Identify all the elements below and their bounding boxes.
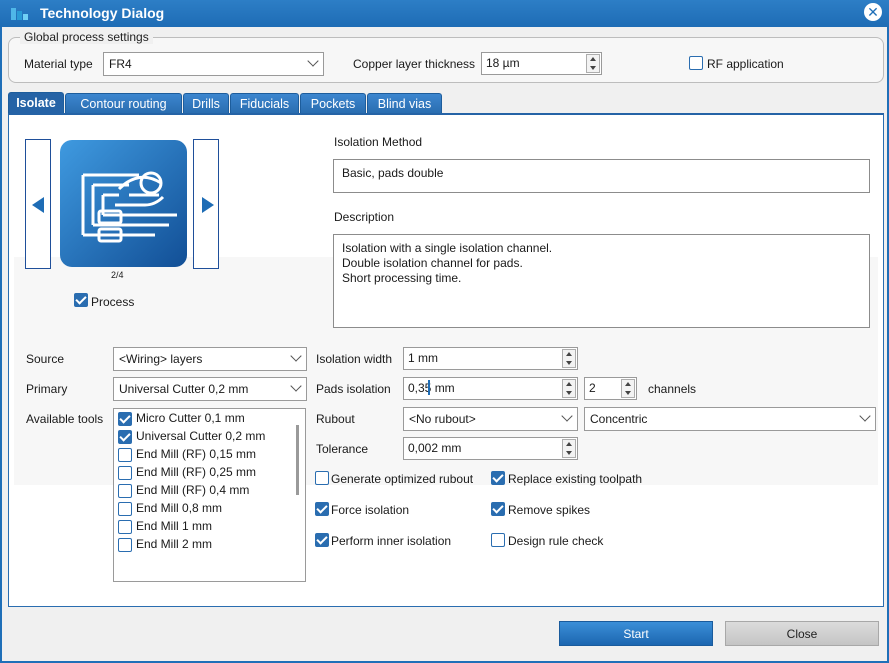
rubout-mode-select[interactable]: Concentric (584, 407, 876, 431)
tool-checkbox[interactable] (118, 412, 132, 426)
arrow-left-icon (32, 197, 44, 213)
rubout-mode-value: Concentric (590, 412, 648, 426)
global-settings-legend: Global process settings (20, 30, 153, 44)
description-line: Isolation with a single isolation channe… (342, 241, 553, 255)
force-isolation-label: Force isolation (331, 503, 410, 517)
tab-pockets[interactable]: Pockets (300, 93, 366, 113)
description-label: Description (334, 210, 395, 224)
tool-checkbox[interactable] (118, 484, 132, 498)
title-bar[interactable]: Technology Dialog ✕ (0, 0, 889, 27)
copper-thickness-value: 18 µm (486, 56, 520, 70)
tool-checkbox[interactable] (118, 502, 132, 516)
tolerance-spinner[interactable]: 0,002 mm (403, 437, 578, 460)
chevron-down-icon (290, 380, 302, 392)
generate-optimized-rubout-checkbox[interactable] (315, 471, 329, 485)
copper-thickness-label: Copper layer thickness (353, 57, 476, 71)
tolerance-label: Tolerance (316, 442, 369, 456)
spinner-buttons[interactable] (562, 379, 576, 398)
pads-isolation-label: Pads isolation (316, 382, 391, 396)
tools-scrollbar[interactable] (296, 425, 299, 495)
spinner-buttons[interactable] (586, 54, 600, 73)
next-method-button[interactable] (193, 139, 219, 269)
description-line: Double isolation channel for pads. (342, 256, 523, 270)
perform-inner-isolation-label: Perform inner isolation (331, 534, 452, 548)
primary-tool-select[interactable]: Universal Cutter 0,2 mm (113, 377, 307, 401)
isolation-method-field: Basic, pads double (333, 159, 870, 193)
source-value: <Wiring> layers (119, 352, 203, 366)
tab-drills[interactable]: Drills (183, 93, 229, 113)
chevron-down-icon (290, 350, 302, 362)
isolation-method-value: Basic, pads double (342, 166, 444, 180)
available-tools-list[interactable]: Micro Cutter 0,1 mm Universal Cutter 0,2… (113, 408, 306, 582)
previous-method-button[interactable] (25, 139, 51, 269)
tolerance-value: 0,002 mm (408, 441, 462, 455)
copper-thickness-spinner[interactable]: 18 µm (481, 52, 602, 75)
isolation-width-label: Isolation width (316, 352, 393, 366)
isolation-width-value: 1 mm (408, 351, 438, 365)
technology-dialog: Technology Dialog ✕ Global process setti… (0, 0, 889, 663)
tab-blind-vias[interactable]: Blind vias (367, 93, 442, 113)
tool-checkbox[interactable] (118, 430, 132, 444)
replace-existing-toolpath-checkbox[interactable] (491, 471, 505, 485)
primary-tool-value: Universal Cutter 0,2 mm (119, 382, 249, 396)
app-icon (11, 8, 28, 20)
chevron-down-icon (307, 55, 319, 67)
generate-optimized-rubout-label: Generate optimized rubout (331, 472, 474, 486)
arrow-right-icon (202, 197, 214, 213)
process-checkbox[interactable] (74, 293, 88, 307)
tool-checkbox[interactable] (118, 520, 132, 534)
primary-label: Primary (26, 382, 68, 396)
tool-checkbox[interactable] (118, 538, 132, 552)
available-tools-label: Available tools (26, 412, 104, 426)
channels-value: 2 (589, 381, 596, 395)
replace-existing-toolpath-label: Replace existing toolpath (508, 472, 643, 486)
tab-fiducials[interactable]: Fiducials (230, 93, 299, 113)
rubout-select[interactable]: <No rubout> (403, 407, 578, 431)
chevron-down-icon (561, 410, 573, 422)
text-cursor (428, 380, 430, 395)
source-select[interactable]: <Wiring> layers (113, 347, 307, 371)
perform-inner-isolation-checkbox[interactable] (315, 533, 329, 547)
rf-application-label: RF application (707, 57, 784, 71)
process-label: Process (91, 295, 135, 309)
dialog-body: Global process settings Material type FR… (2, 27, 887, 661)
isolation-width-spinner[interactable]: 1 mm (403, 347, 578, 370)
force-isolation-checkbox[interactable] (315, 502, 329, 516)
rubout-label: Rubout (316, 412, 355, 426)
description-field: Isolation with a single isolation channe… (333, 234, 870, 328)
pcb-isolation-icon (60, 140, 187, 267)
rubout-value: <No rubout> (409, 412, 476, 426)
remove-spikes-checkbox[interactable] (491, 502, 505, 516)
close-button[interactable]: Close (725, 621, 879, 646)
tool-checkbox[interactable] (118, 466, 132, 480)
spinner-buttons[interactable] (621, 379, 635, 398)
start-button[interactable]: Start (559, 621, 713, 646)
tab-contour-routing[interactable]: Contour routing (65, 93, 182, 113)
remove-spikes-label: Remove spikes (508, 503, 591, 517)
tool-checkbox[interactable] (118, 448, 132, 462)
close-icon[interactable]: ✕ (864, 3, 882, 21)
channels-label: channels (648, 382, 697, 396)
material-type-label: Material type (24, 57, 93, 71)
pads-isolation-value: 0,35 mm (408, 381, 455, 395)
tab-isolate[interactable]: Isolate (8, 92, 64, 114)
material-type-select[interactable]: FR4 (103, 52, 324, 76)
isolation-method-label: Isolation Method (334, 135, 423, 149)
design-rule-check-label: Design rule check (508, 534, 604, 548)
channels-spinner[interactable]: 2 (584, 377, 637, 400)
spinner-buttons[interactable] (562, 349, 576, 368)
design-rule-check-checkbox[interactable] (491, 533, 505, 547)
rf-application-checkbox[interactable] (689, 56, 703, 70)
source-label: Source (26, 352, 65, 366)
material-type-value: FR4 (109, 57, 132, 71)
description-line: Short processing time. (342, 271, 462, 285)
spinner-buttons[interactable] (562, 439, 576, 458)
chevron-down-icon (859, 410, 871, 422)
method-counter: 2/4 (111, 270, 124, 280)
window-title: Technology Dialog (40, 5, 165, 21)
